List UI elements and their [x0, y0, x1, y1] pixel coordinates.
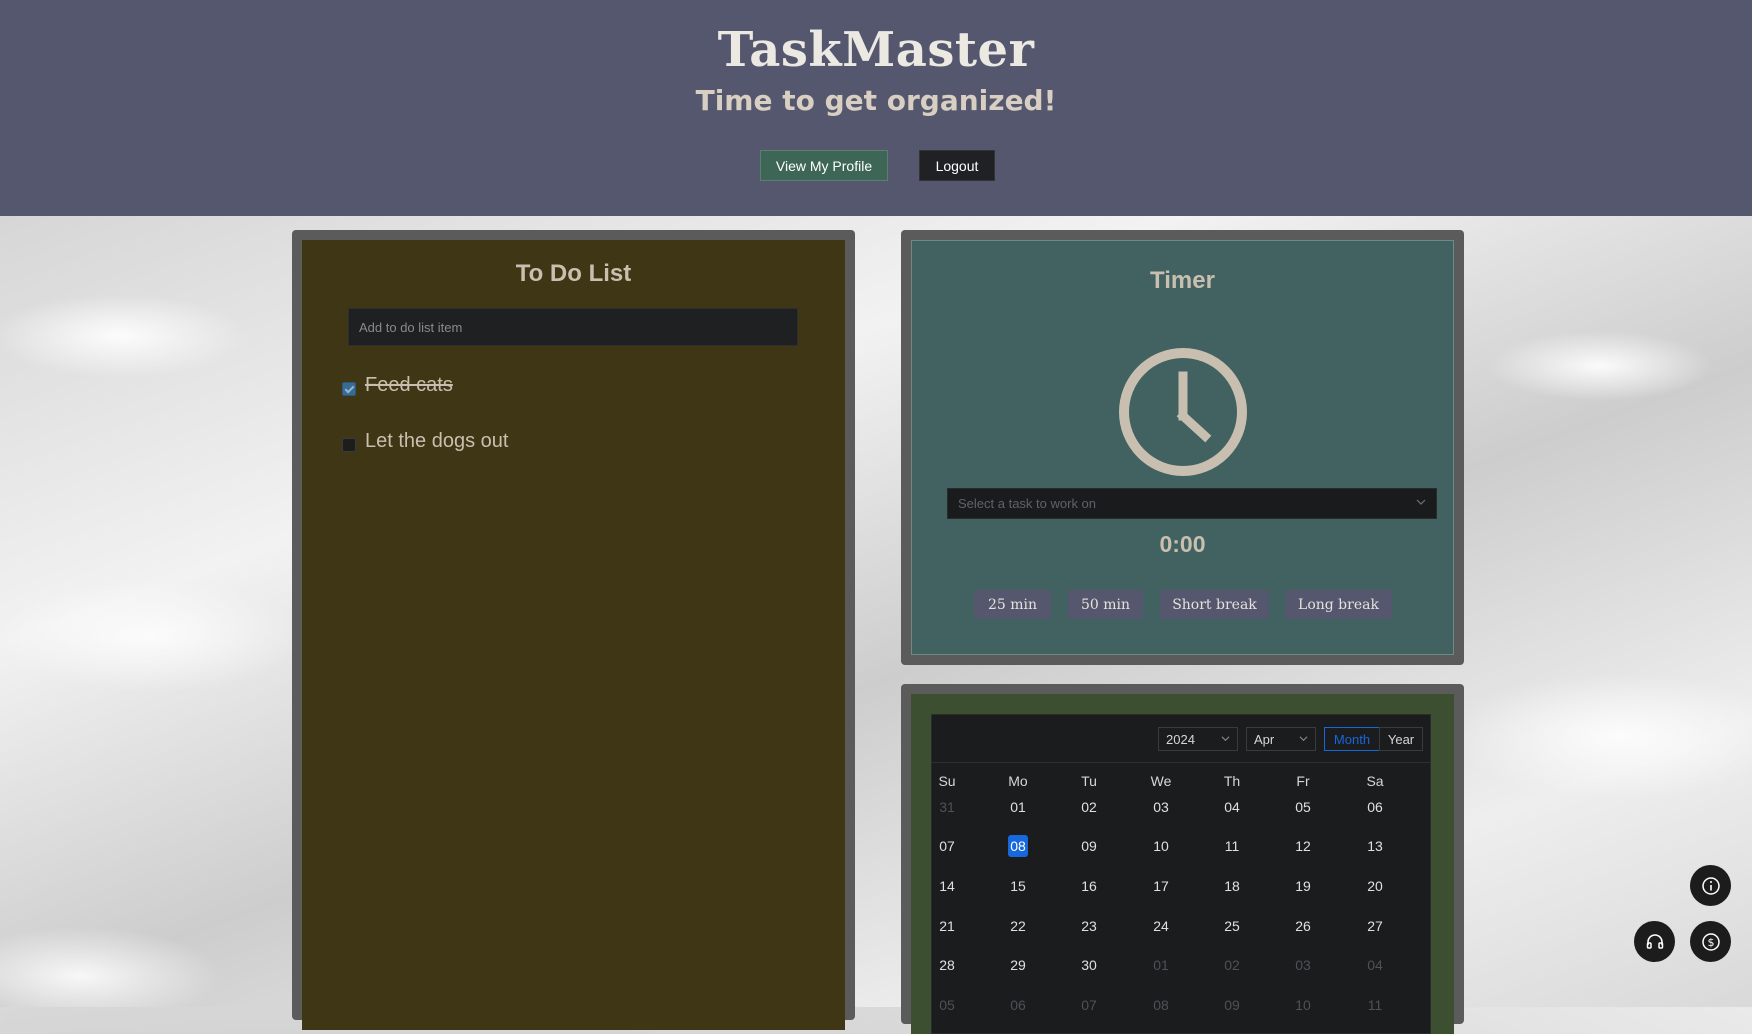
calendar-day[interactable]: 08 [1141, 993, 1181, 1017]
month-select-value: Apr [1254, 731, 1275, 747]
app-subtitle: Time to get organized! [695, 84, 1057, 117]
calendar-day[interactable]: 11 [1355, 993, 1395, 1017]
calendar-day[interactable]: 04 [1212, 795, 1252, 819]
dollar-icon: $ [1701, 932, 1720, 951]
calendar-day[interactable]: 07 [1069, 993, 1109, 1017]
info-icon [1701, 876, 1720, 895]
weekday-label: Fr [1296, 773, 1310, 789]
weekday-label: Mo [1008, 773, 1028, 789]
calendar-day[interactable]: 15 [998, 874, 1038, 898]
calendar-day[interactable]: 09 [1069, 834, 1109, 858]
timer-panel-body: Timer Select a task to work on 0:00 25 m… [911, 240, 1454, 655]
calendar-day[interactable]: 12 [1283, 834, 1323, 858]
calendar-day[interactable]: 31 [932, 795, 967, 819]
calendar-day[interactable]: 30 [1069, 953, 1109, 977]
app-title: TaskMaster [717, 22, 1035, 78]
calendar-day[interactable]: 28 [932, 953, 967, 977]
timer-panel: Timer Select a task to work on 0:00 25 m… [901, 230, 1464, 665]
calendar-day[interactable]: 10 [1141, 834, 1181, 858]
month-mode-button[interactable]: Month [1324, 727, 1380, 751]
calendar-day[interactable]: 05 [932, 993, 967, 1017]
calendar-day[interactable]: 09 [1212, 993, 1252, 1017]
calendar-day[interactable]: 16 [1069, 874, 1109, 898]
calendar-day[interactable]: 06 [998, 993, 1038, 1017]
calendar-day[interactable]: 03 [1141, 795, 1181, 819]
todo-item[interactable]: Let the dogs out [342, 430, 508, 453]
calendar-day[interactable]: 07 [932, 834, 967, 858]
calendar-day[interactable]: 17 [1141, 874, 1181, 898]
support-button[interactable] [1634, 921, 1675, 962]
calendar-day[interactable]: 13 [1355, 834, 1395, 858]
year-mode-button[interactable]: Year [1379, 727, 1423, 751]
calendar-day[interactable]: 22 [998, 914, 1038, 938]
weekday-label: We [1150, 773, 1172, 789]
year-select-value: 2024 [1166, 731, 1195, 747]
calendar: 2024 Apr Month Year Su Mo Tu We Th Fr Sa 31 01 02… [931, 714, 1431, 1034]
calendar-day[interactable]: 05 [1283, 795, 1323, 819]
todo-input[interactable] [348, 308, 798, 346]
chevron-down-icon [1221, 736, 1230, 742]
calendar-day[interactable]: 24 [1141, 914, 1181, 938]
calendar-day[interactable]: 20 [1355, 874, 1395, 898]
calendar-day[interactable]: 10 [1283, 993, 1323, 1017]
todo-title: To Do List [515, 260, 632, 287]
timer-display: 0:00 [1159, 531, 1206, 557]
calendar-day[interactable]: 27 [1355, 914, 1395, 938]
calendar-day[interactable]: 19 [1283, 874, 1323, 898]
donate-button[interactable]: $ [1690, 921, 1731, 962]
chevron-down-icon [1416, 499, 1426, 505]
timer-50-min-button[interactable]: 50 min [1068, 590, 1143, 619]
weekday-label: Th [1223, 773, 1241, 789]
calendar-panel-body: 2024 Apr Month Year Su Mo Tu We Th Fr Sa 31 01 02… [911, 694, 1454, 1034]
weekday-label: Sa [1366, 773, 1384, 789]
clock-icon [1119, 348, 1247, 476]
app-header: TaskMaster Time to get organized! View M… [0, 0, 1752, 216]
todo-panel-body: To Do List Feed cats Let the dogs out [302, 240, 845, 1030]
chevron-down-icon [1299, 736, 1308, 742]
logout-button[interactable]: Logout [919, 150, 995, 181]
todo-item-label: Let the dogs out [365, 430, 509, 452]
calendar-day[interactable]: 11 [1212, 834, 1252, 858]
weekday-label: Su [938, 773, 956, 789]
page-background [0, 216, 1752, 1007]
todo-checkbox[interactable] [342, 437, 356, 452]
calendar-day[interactable]: 06 [1355, 795, 1395, 819]
calendar-panel: 2024 Apr Month Year Su Mo Tu We Th Fr Sa 31 01 02… [901, 684, 1464, 1034]
calendar-day[interactable]: 01 [1141, 953, 1181, 977]
timer-title: Timer [1150, 267, 1215, 294]
todo-item-label: Feed cats [365, 374, 453, 396]
todo-checkbox-checked[interactable] [342, 381, 356, 396]
calendar-day[interactable]: 04 [1355, 953, 1395, 977]
short-break-button[interactable]: Short break [1160, 590, 1269, 619]
weekday-label: Tu [1081, 773, 1097, 789]
calendar-day[interactable]: 29 [998, 953, 1038, 977]
info-button[interactable] [1690, 865, 1731, 906]
month-select[interactable]: Apr [1246, 727, 1316, 751]
calendar-day-selected[interactable]: 08 [998, 834, 1038, 858]
calendar-day[interactable]: 14 [932, 874, 967, 898]
calendar-day[interactable]: 02 [1069, 795, 1109, 819]
timer-25-min-button[interactable]: 25 min [974, 590, 1051, 619]
calendar-header: 2024 Apr Month Year [932, 715, 1430, 763]
long-break-button[interactable]: Long break [1285, 590, 1392, 619]
task-select-placeholder: Select a task to work on [958, 496, 1097, 511]
view-profile-button[interactable]: View My Profile [760, 150, 888, 181]
svg-text:$: $ [1707, 936, 1714, 949]
headphones-icon [1646, 933, 1663, 949]
todo-panel: To Do List Feed cats Let the dogs out [292, 230, 855, 1030]
calendar-day[interactable]: 21 [932, 914, 967, 938]
calendar-day[interactable]: 03 [1283, 953, 1323, 977]
calendar-day[interactable]: 23 [1069, 914, 1109, 938]
task-select[interactable]: Select a task to work on [947, 488, 1437, 519]
calendar-day[interactable]: 26 [1283, 914, 1323, 938]
todo-item[interactable]: Feed cats [342, 374, 453, 397]
year-select[interactable]: 2024 [1158, 727, 1238, 751]
calendar-day[interactable]: 25 [1212, 914, 1252, 938]
calendar-day[interactable]: 18 [1212, 874, 1252, 898]
calendar-day[interactable]: 02 [1212, 953, 1252, 977]
calendar-day[interactable]: 01 [998, 795, 1038, 819]
